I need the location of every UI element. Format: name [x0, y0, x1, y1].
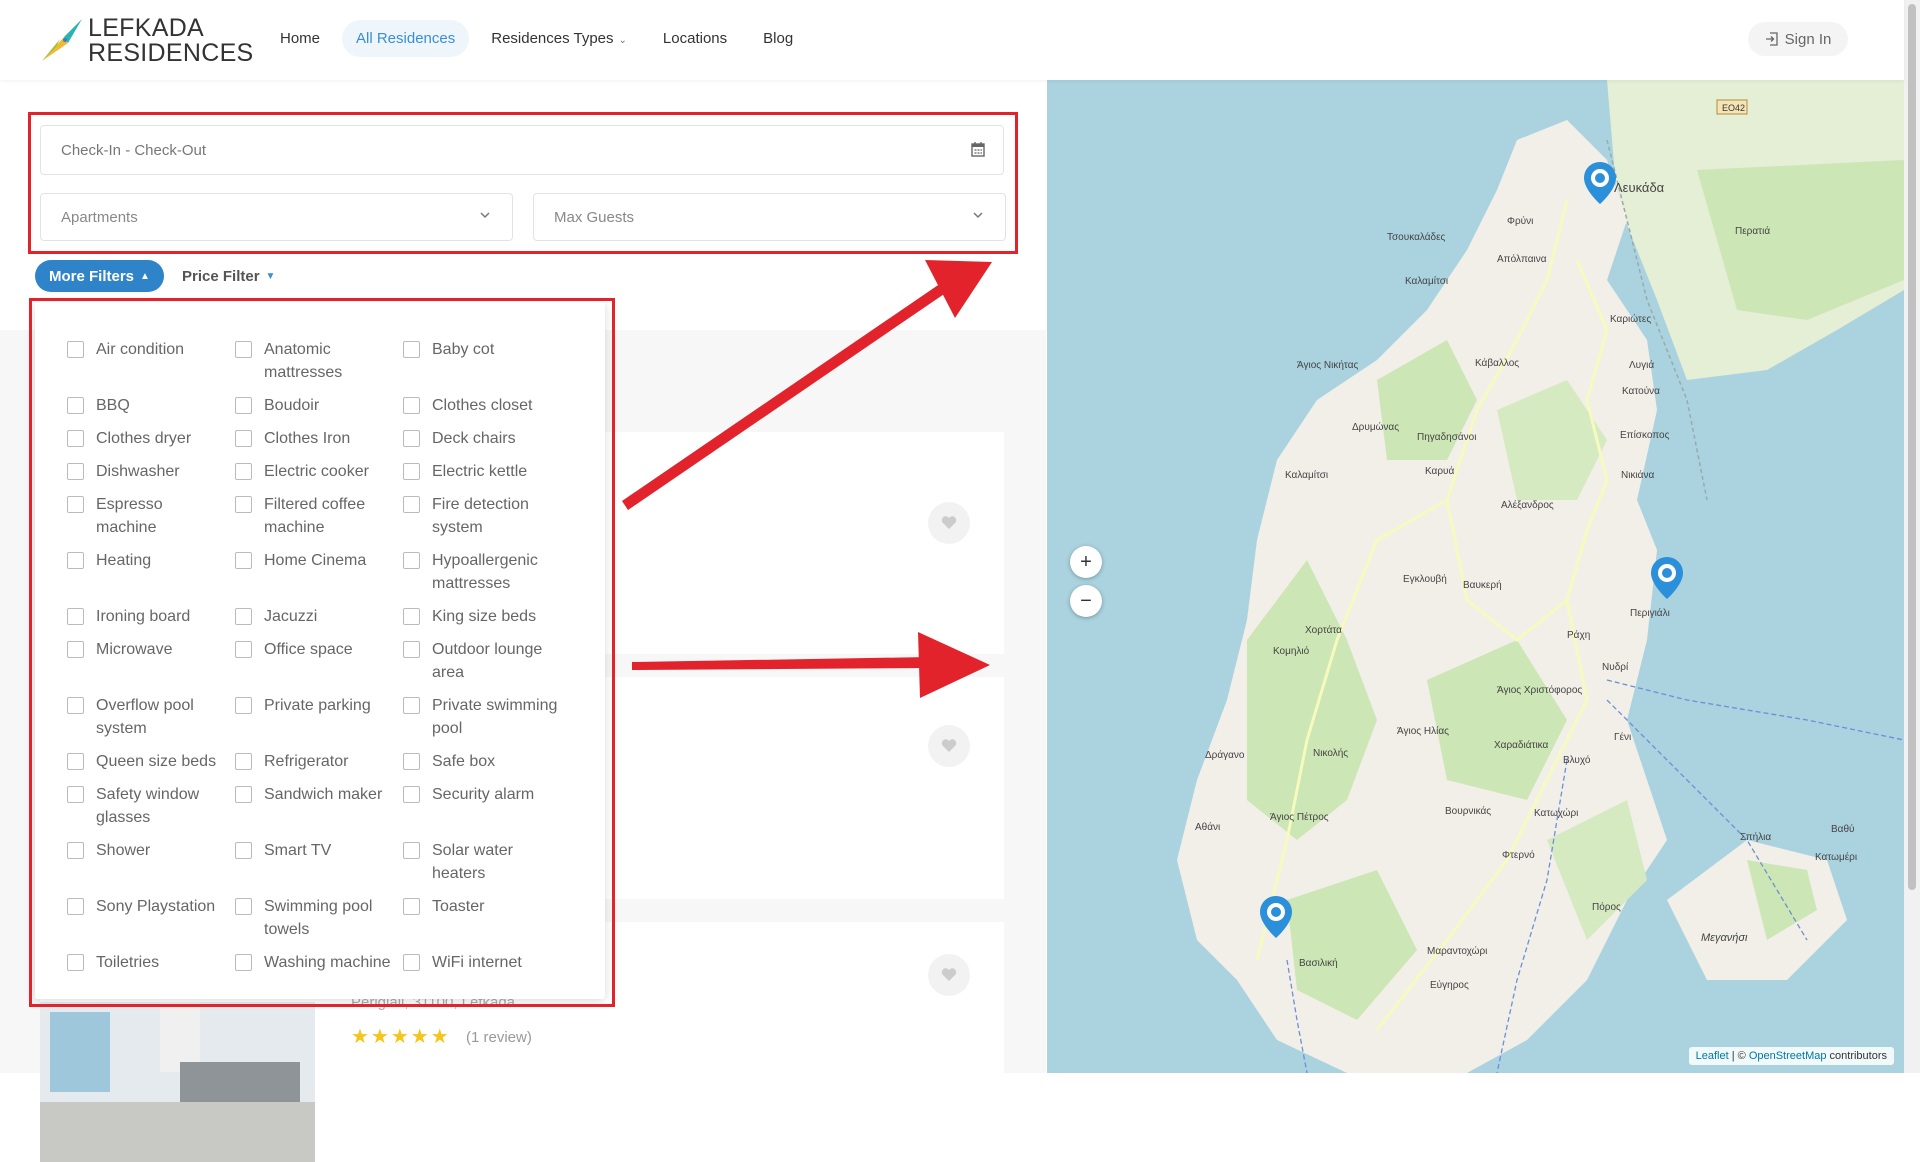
attribution-separator: | ©	[1728, 1050, 1749, 1062]
place-label: Απόλπαινα	[1497, 254, 1547, 265]
review-count[interactable]: (1 review)	[466, 1029, 532, 1046]
place-label: Μεγανήσι	[1701, 932, 1748, 944]
map-tiles: ΕΟ42	[1047, 80, 1904, 1073]
nav-residence-types-label: Residences Types	[491, 30, 614, 47]
place-label: Άγιος Πέτρος	[1270, 812, 1329, 823]
listing-photo[interactable]	[40, 1002, 315, 1162]
place-label: Κάβαλλος	[1475, 358, 1520, 369]
road-shield-label: ΕΟ42	[1722, 103, 1745, 113]
place-label: Κατούνα	[1622, 386, 1660, 397]
place-label: Χορτάτα	[1305, 625, 1342, 636]
chevron-down-icon: ⌄	[618, 35, 627, 46]
nav-home[interactable]: Home	[266, 20, 334, 57]
chevron-up-icon: ▲	[140, 270, 150, 282]
place-label: Λευκάδα	[1614, 180, 1665, 195]
main-nav: Home All Residences Residences Types ⌄ Lo…	[266, 20, 815, 57]
place-label: Νικολής	[1313, 748, 1349, 759]
nav-all-residences[interactable]: All Residences	[342, 20, 470, 57]
favorite-heart-icon[interactable]	[928, 725, 970, 767]
map-pin-icon[interactable]	[1259, 895, 1293, 939]
price-filter-label: Price Filter	[182, 267, 260, 285]
search-filters: Check-In - Check-Out Apartments Max Gues…	[0, 80, 1046, 330]
place-label: Άγιος Ηλίας	[1397, 726, 1449, 737]
page-scrollbar[interactable]	[1904, 0, 1920, 1073]
place-label: Κατωμέρι	[1815, 852, 1858, 863]
map-attribution: Leaflet | © OpenStreetMap contributors	[1688, 1047, 1894, 1065]
more-filters-label: More Filters	[49, 267, 135, 285]
place-label: Εύγηρος	[1430, 980, 1469, 991]
zoom-out-button[interactable]: −	[1070, 585, 1102, 617]
compass-logo-icon	[42, 19, 82, 61]
place-label: Κατωχώρι	[1534, 808, 1579, 819]
favorite-heart-icon[interactable]	[928, 502, 970, 544]
place-label: Εγκλουβή	[1403, 574, 1447, 585]
place-label: Μαραντοχώρι	[1427, 946, 1488, 957]
results-panel: Check-In - Check-Out Apartments Max Gues…	[0, 80, 1046, 1162]
sign-in-button[interactable]: Sign In	[1748, 22, 1848, 56]
place-label: Αλέξανδρος	[1501, 500, 1554, 511]
place-label: Καριώτες	[1610, 314, 1652, 325]
place-label: Γένι	[1614, 732, 1632, 743]
site-logo[interactable]: LEFKADA RESIDENCES	[38, 16, 254, 66]
place-label: Δρυμώνας	[1352, 422, 1400, 433]
place-label: Χαραδιάτικα	[1494, 740, 1549, 751]
zoom-in-button[interactable]: +	[1070, 546, 1102, 578]
annotation-box-search	[28, 112, 1018, 254]
annotation-box-amenities	[29, 298, 615, 1007]
favorite-heart-icon[interactable]	[928, 954, 970, 996]
logo-text: LEFKADA RESIDENCES	[88, 16, 254, 66]
top-header: LEFKADA RESIDENCES Home All Residences R…	[0, 0, 1904, 80]
attribution-tail: contributors	[1826, 1050, 1887, 1062]
place-label: Ράχη	[1567, 630, 1591, 641]
place-label: Περατιά	[1735, 226, 1771, 237]
place-label: Τσουκαλάδες	[1387, 232, 1446, 243]
place-label: Λυγιά	[1629, 360, 1655, 371]
nav-blog[interactable]: Blog	[749, 20, 807, 57]
place-label: Βασιλική	[1299, 958, 1338, 969]
place-label: Καλαμίτσι	[1285, 470, 1329, 481]
logo-line-2: RESIDENCES	[88, 39, 254, 67]
osm-link[interactable]: OpenStreetMap	[1749, 1050, 1827, 1062]
more-filters-button[interactable]: More Filters ▲	[35, 260, 164, 292]
place-label: Αθάνι	[1195, 822, 1221, 833]
place-label: Σπήλια	[1740, 832, 1772, 843]
place-label: Φρύνι	[1507, 216, 1534, 227]
place-label: Βλυχό	[1563, 755, 1591, 766]
place-label: Φτερνό	[1502, 850, 1535, 861]
price-filter-button[interactable]: Price Filter ▼	[182, 260, 275, 292]
leaflet-link[interactable]: Leaflet	[1696, 1050, 1729, 1062]
map-pin-icon[interactable]	[1650, 556, 1684, 600]
place-label: Καρυά	[1425, 466, 1455, 477]
place-label: Κομηλιό	[1273, 646, 1310, 657]
place-label: Περιγιάλι	[1630, 608, 1670, 619]
place-label: Άγιος Χριστόφορος	[1497, 685, 1583, 696]
nav-residence-types[interactable]: Residences Types ⌄	[477, 20, 641, 57]
sign-in-label: Sign In	[1784, 30, 1832, 48]
place-label: Δράγανο	[1205, 750, 1245, 761]
sign-in-icon	[1765, 32, 1778, 46]
place-label: Νυδρί	[1602, 662, 1629, 673]
chevron-down-icon: ▼	[265, 270, 276, 282]
scrollbar-thumb[interactable]	[1908, 4, 1916, 890]
place-label: Βαυκερή	[1463, 580, 1502, 591]
place-label: Πόρος	[1592, 902, 1621, 913]
map-pin-icon[interactable]	[1583, 161, 1617, 205]
place-label: Καλαμίτσι	[1405, 276, 1449, 287]
place-label: Βουρνικάς	[1445, 806, 1492, 817]
place-label: Βαθύ	[1831, 824, 1855, 835]
rating-stars: ★★★★★	[351, 1026, 451, 1048]
place-label: Νικιάνα	[1621, 470, 1655, 481]
room-photo	[40, 1002, 315, 1162]
nav-locations[interactable]: Locations	[649, 20, 741, 57]
place-label: Άγιος Νικήτας	[1297, 360, 1359, 371]
place-label: Επίσκοπος	[1620, 430, 1670, 441]
place-label: Πηγαδησάνοι	[1417, 432, 1477, 443]
logo-line-1: LEFKADA	[88, 14, 205, 42]
map-view[interactable]: ΕΟ42 Λευκάδα Φρύνι Απόλπαινα Τσουκαλάδες…	[1047, 80, 1904, 1073]
